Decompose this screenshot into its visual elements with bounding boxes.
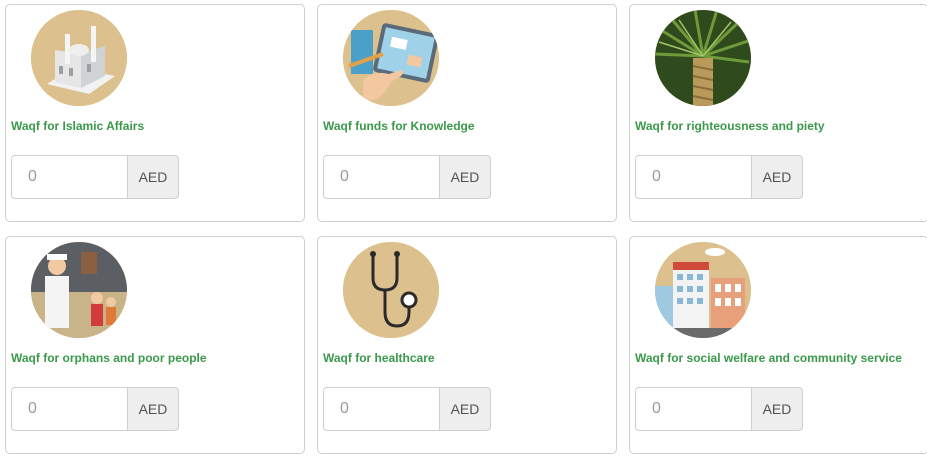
currency-addon: AED xyxy=(751,155,803,199)
amount-input[interactable] xyxy=(323,387,439,431)
amount-input[interactable] xyxy=(323,155,439,199)
amount-input-group: AED xyxy=(11,155,179,199)
mosque-icon xyxy=(31,10,127,106)
waqf-grid: Waqf for Islamic Affairs AED Waqf funds … xyxy=(0,0,927,456)
waqf-card-knowledge: Waqf funds for Knowledge AED xyxy=(317,4,617,222)
amount-input-group: AED xyxy=(11,387,179,431)
tablet-learning-icon xyxy=(343,10,439,106)
amount-input[interactable] xyxy=(635,387,751,431)
card-title: Waqf for Islamic Affairs xyxy=(11,119,145,133)
currency-addon: AED xyxy=(439,387,491,431)
stethoscope-icon xyxy=(343,242,439,338)
amount-input-group: AED xyxy=(323,387,491,431)
amount-input-group: AED xyxy=(635,387,803,431)
city-buildings-icon xyxy=(655,242,751,338)
card-title: Waqf for social welfare and community se… xyxy=(635,351,902,365)
amount-input[interactable] xyxy=(11,387,127,431)
amount-input-group: AED xyxy=(635,155,803,199)
currency-addon: AED xyxy=(439,155,491,199)
currency-addon: AED xyxy=(127,155,179,199)
amount-input[interactable] xyxy=(635,155,751,199)
amount-input-group: AED xyxy=(323,155,491,199)
palm-tree-icon xyxy=(655,10,751,106)
card-title: Waqf for healthcare xyxy=(323,351,435,365)
amount-input[interactable] xyxy=(11,155,127,199)
waqf-card-islamic-affairs: Waqf for Islamic Affairs AED xyxy=(5,4,305,222)
waqf-card-healthcare: Waqf for healthcare AED xyxy=(317,236,617,454)
card-title: Waqf funds for Knowledge xyxy=(323,119,475,133)
family-icon xyxy=(31,242,127,338)
waqf-card-righteousness: Waqf for righteousness and piety AED xyxy=(629,4,927,222)
card-title: Waqf for orphans and poor people xyxy=(11,351,207,365)
card-title: Waqf for righteousness and piety xyxy=(635,119,825,133)
waqf-card-social-welfare: Waqf for social welfare and community se… xyxy=(629,236,927,454)
currency-addon: AED xyxy=(127,387,179,431)
currency-addon: AED xyxy=(751,387,803,431)
waqf-card-orphans: Waqf for orphans and poor people AED xyxy=(5,236,305,454)
